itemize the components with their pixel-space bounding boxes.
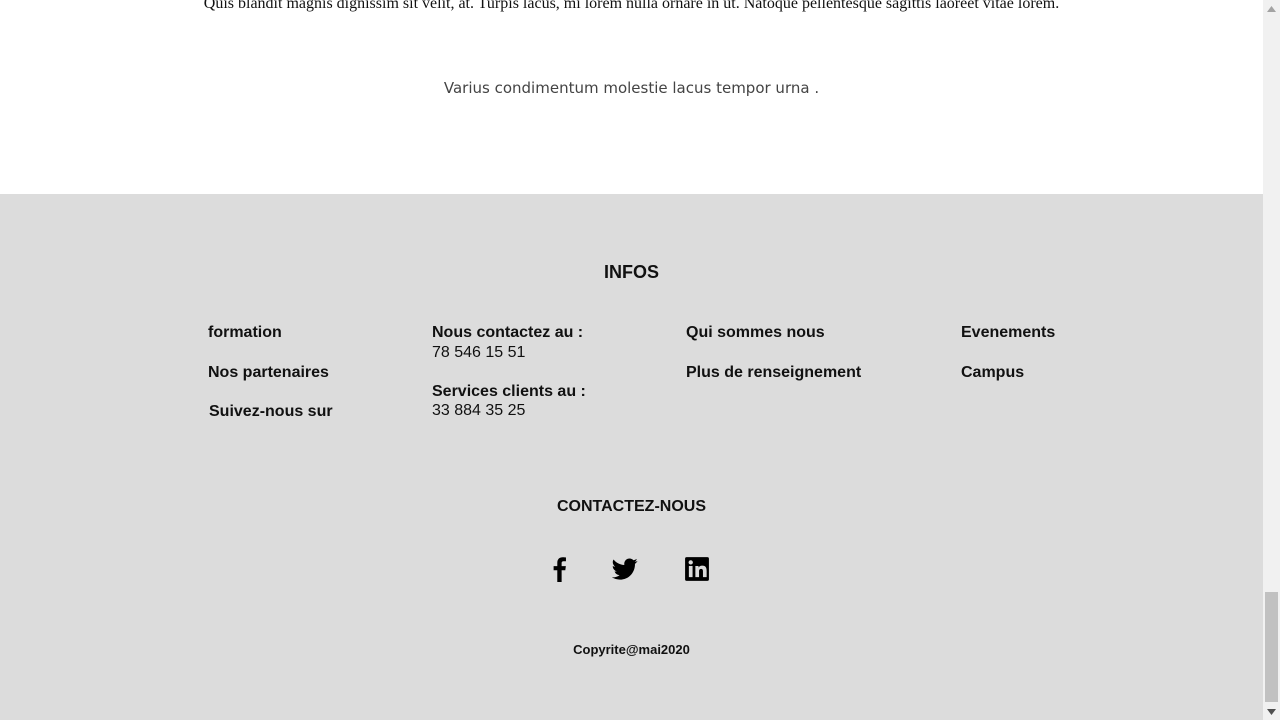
footer-link-suivez[interactable]: Suivez-nous sur	[209, 402, 333, 421]
footer-link-partenaires-label: Nos partenaires	[208, 364, 329, 381]
tagline-text: Varius condimentum molestie lacus tempor…	[443, 79, 820, 97]
footer-link-campus[interactable]: Campus	[961, 363, 1024, 382]
footer-link-evenements[interactable]: Evenements	[961, 323, 1055, 342]
twitter-icon[interactable]	[612, 556, 638, 582]
scroll-down-arrow-icon[interactable]	[1263, 703, 1280, 720]
page: Quis blandit magnis dignissim sit velit,…	[0, 0, 1263, 720]
footer-link-formation-label: formation	[208, 324, 282, 341]
copyright-text: Copyrite@mai2020	[573, 642, 690, 657]
footer-title: INFOS	[603, 262, 659, 282]
footer-link-formation[interactable]: formation	[208, 323, 282, 342]
services-phone-number[interactable]: 33 884 35 25	[432, 401, 586, 420]
contact-phone-number[interactable]: 78 546 15 51	[432, 343, 583, 362]
contact-title: CONTACTEZ-NOUS	[556, 498, 707, 515]
scroll-up-arrow-icon[interactable]	[1263, 0, 1280, 17]
footer: INFOS formation Nos partenaires Suivez-n…	[0, 194, 1263, 720]
footer-link-renseignement[interactable]: Plus de renseignement	[686, 363, 861, 382]
content-section: Quis blandit magnis dignissim sit velit,…	[0, 0, 1263, 194]
footer-link-suivez-label: Suivez-nous sur	[209, 403, 333, 420]
footer-link-partenaires[interactable]: Nos partenaires	[208, 363, 329, 382]
body-text: Quis blandit magnis dignissim sit velit,…	[203, 0, 1060, 12]
footer-link-qui-sommes-nous[interactable]: Qui sommes nous	[686, 323, 825, 342]
contact-phone-block: Nous contactez au : 78 546 15 51	[432, 323, 583, 362]
footer-link-evenements-label: Evenements	[961, 324, 1056, 341]
footer-link-renseignement-label: Plus de renseignement	[686, 364, 862, 381]
services-phone-block: Services clients au : 33 884 35 25	[432, 382, 586, 420]
footer-link-qui-label: Qui sommes nous	[686, 324, 825, 341]
linkedin-icon[interactable]	[684, 556, 710, 582]
services-phone-label: Services clients au :	[432, 383, 586, 400]
vertical-scrollbar[interactable]	[1263, 0, 1280, 720]
contact-phone-label: Nous contactez au :	[432, 324, 584, 341]
footer-link-campus-label: Campus	[961, 364, 1025, 381]
facebook-icon[interactable]	[547, 556, 573, 582]
scrollbar-thumb[interactable]	[1265, 592, 1278, 702]
